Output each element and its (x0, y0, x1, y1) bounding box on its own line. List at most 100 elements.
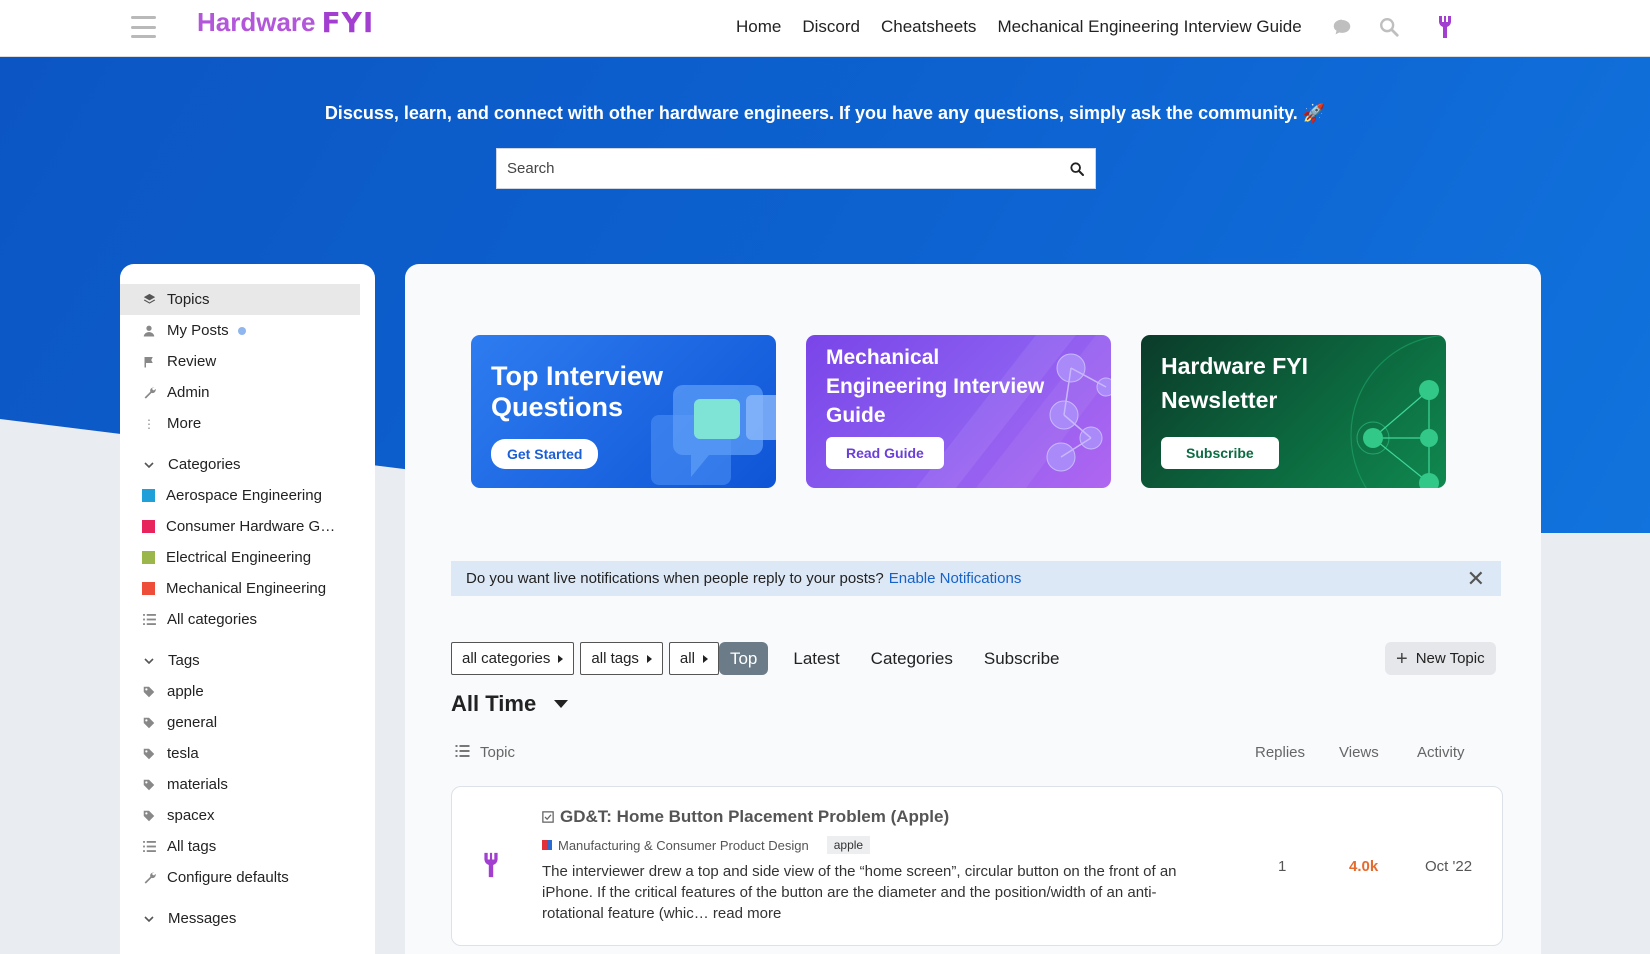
sidebar-tag-spacex[interactable]: spacex (120, 800, 375, 831)
sidebar-tag-apple[interactable]: apple (120, 676, 375, 707)
chat-icon[interactable] (1331, 16, 1353, 38)
user-icon (142, 324, 156, 337)
sidebar-item-label: Topics (167, 291, 210, 308)
banner-title: Hardware FYI Newsletter (1161, 353, 1308, 413)
close-icon[interactable]: ✕ (1467, 568, 1485, 590)
sidebar-item-label: Aerospace Engineering (166, 487, 322, 504)
tab-subscribe[interactable]: Subscribe (984, 649, 1060, 669)
notification-prompt-text: Do you want live notifications when peop… (466, 570, 884, 587)
topic-title-text: GD&T: Home Button Placement Problem (App… (560, 807, 950, 826)
sidebar-item-admin[interactable]: Admin (120, 377, 375, 408)
dropdown-label: all tags (591, 650, 639, 667)
topic-row[interactable]: GD&T: Home Button Placement Problem (App… (451, 786, 1503, 946)
plus-icon: + (1396, 647, 1408, 670)
flag-icon (142, 355, 156, 368)
subscribe-newsletter-button[interactable]: Subscribe (1161, 437, 1279, 469)
tab-latest[interactable]: Latest (793, 649, 839, 669)
column-topic: Topic (455, 744, 515, 761)
sidebar-tag-tesla[interactable]: tesla (120, 738, 375, 769)
sidebar-item-review[interactable]: Review (120, 346, 375, 377)
sidebar-tag-general[interactable]: general (120, 707, 375, 738)
sidebar-all-tags[interactable]: All tags (120, 831, 375, 862)
banner-title: Top Interview Questions (491, 361, 664, 422)
sidebar-tag-materials[interactable]: materials (120, 769, 375, 800)
sidebar-item-my-posts[interactable]: My Posts (120, 315, 375, 346)
topic-excerpt: The interviewer drew a top and side view… (542, 861, 1182, 924)
sidebar-category-mechanical[interactable]: Mechanical Engineering (120, 573, 375, 604)
notification-prompt: Do you want live notifications when peop… (451, 561, 1501, 596)
topic-meta: Manufacturing & Consumer Product Design … (542, 836, 871, 854)
search-box[interactable] (496, 148, 1096, 189)
sidebar-item-label: All categories (167, 611, 258, 628)
sidebar-item-topics[interactable]: Topics (120, 284, 360, 315)
chevron-down-icon (144, 456, 154, 473)
sidebar-section-messages[interactable]: Messages (120, 903, 375, 934)
nav-home[interactable]: Home (736, 17, 781, 37)
nav-discord[interactable]: Discord (802, 17, 860, 37)
period-selector[interactable]: All Time (451, 691, 569, 717)
topic-title[interactable]: GD&T: Home Button Placement Problem (App… (542, 807, 949, 827)
sidebar-item-more[interactable]: ⋮ More (120, 408, 375, 439)
hamburger-menu-icon[interactable] (131, 16, 156, 38)
nav-interview-guide[interactable]: Mechanical Engineering Interview Guide (997, 17, 1301, 37)
topic-excerpt-text: The interviewer drew a top and side view… (542, 863, 1177, 922)
sidebar-category-consumer-hardware[interactable]: Consumer Hardware G… (120, 511, 375, 542)
sidebar: Topics My Posts Review Admin ⋮ More Cate… (120, 264, 375, 954)
new-topic-button[interactable]: + New Topic (1385, 642, 1496, 675)
search-icon[interactable] (1378, 16, 1400, 38)
solved-checkbox-icon (542, 811, 554, 823)
column-activity[interactable]: Activity (1417, 744, 1465, 761)
sidebar-section-tags[interactable]: Tags (120, 645, 375, 676)
category-color-swatch (142, 520, 155, 533)
tag-icon (142, 717, 156, 729)
wrench-icon (142, 871, 156, 884)
sidebar-item-label: Electrical Engineering (166, 549, 312, 566)
sidebar-item-label: tesla (167, 745, 199, 762)
topic-views: 4.0k (1349, 858, 1379, 875)
tab-top[interactable]: Top (718, 642, 769, 675)
get-started-button[interactable]: Get Started (491, 439, 599, 469)
caret-right-icon (558, 654, 564, 663)
list-icon (142, 841, 156, 852)
sidebar-category-electrical[interactable]: Electrical Engineering (120, 542, 375, 573)
enable-notifications-link[interactable]: Enable Notifications (889, 570, 1022, 587)
tag-icon (142, 810, 156, 822)
tag-icon (142, 748, 156, 760)
user-avatar-icon[interactable] (1435, 14, 1455, 40)
topic-activity[interactable]: Oct '22 (1425, 858, 1472, 875)
sidebar-item-label: general (167, 714, 218, 731)
sidebar-item-label: spacex (167, 807, 215, 824)
section-heading: Categories (168, 456, 241, 473)
dropdown-label: all categories (462, 650, 551, 667)
category-dropdown[interactable]: all categories (451, 642, 575, 675)
list-icon (142, 614, 156, 625)
all-dropdown[interactable]: all (668, 642, 719, 675)
tag-dropdown[interactable]: all tags (580, 642, 663, 675)
category-color-swatch (142, 551, 155, 564)
topic-tag[interactable]: apple (826, 836, 871, 854)
column-views[interactable]: Views (1339, 744, 1379, 761)
topic-category[interactable]: Manufacturing & Consumer Product Design (558, 838, 809, 853)
nav-cheatsheets[interactable]: Cheatsheets (881, 17, 976, 37)
search-input[interactable] (507, 160, 1069, 177)
search-submit-icon[interactable] (1069, 161, 1085, 177)
tab-categories[interactable]: Categories (871, 649, 953, 669)
site-logo[interactable]: Hardware FYI (197, 6, 374, 39)
author-avatar-icon[interactable] (480, 849, 502, 881)
banner-newsletter[interactable]: Hardware FYI Newsletter Subscribe (1141, 335, 1446, 488)
sidebar-section-categories[interactable]: Categories (120, 449, 375, 480)
column-topic-label: Topic (480, 744, 516, 761)
sidebar-configure-defaults[interactable]: Configure defaults (120, 862, 375, 893)
sidebar-all-categories[interactable]: All categories (120, 604, 375, 635)
top-header: Hardware FYI Home Discord Cheatsheets Me… (0, 0, 1650, 57)
logo-accent: FYI (321, 6, 375, 39)
sidebar-category-aerospace[interactable]: Aerospace Engineering (120, 480, 375, 511)
banner-interview-guide[interactable]: Mechanical Engineering Interview Guide R… (806, 335, 1111, 488)
read-more-link[interactable]: read more (713, 905, 781, 922)
read-guide-button[interactable]: Read Guide (826, 437, 944, 469)
column-replies[interactable]: Replies (1255, 744, 1305, 761)
topic-list-header: Topic Replies Views Activity (451, 744, 1501, 761)
banner-interview-questions[interactable]: Top Interview Questions Get Started (471, 335, 776, 488)
category-color-swatch (542, 840, 552, 850)
sidebar-item-label: All tags (167, 838, 217, 855)
